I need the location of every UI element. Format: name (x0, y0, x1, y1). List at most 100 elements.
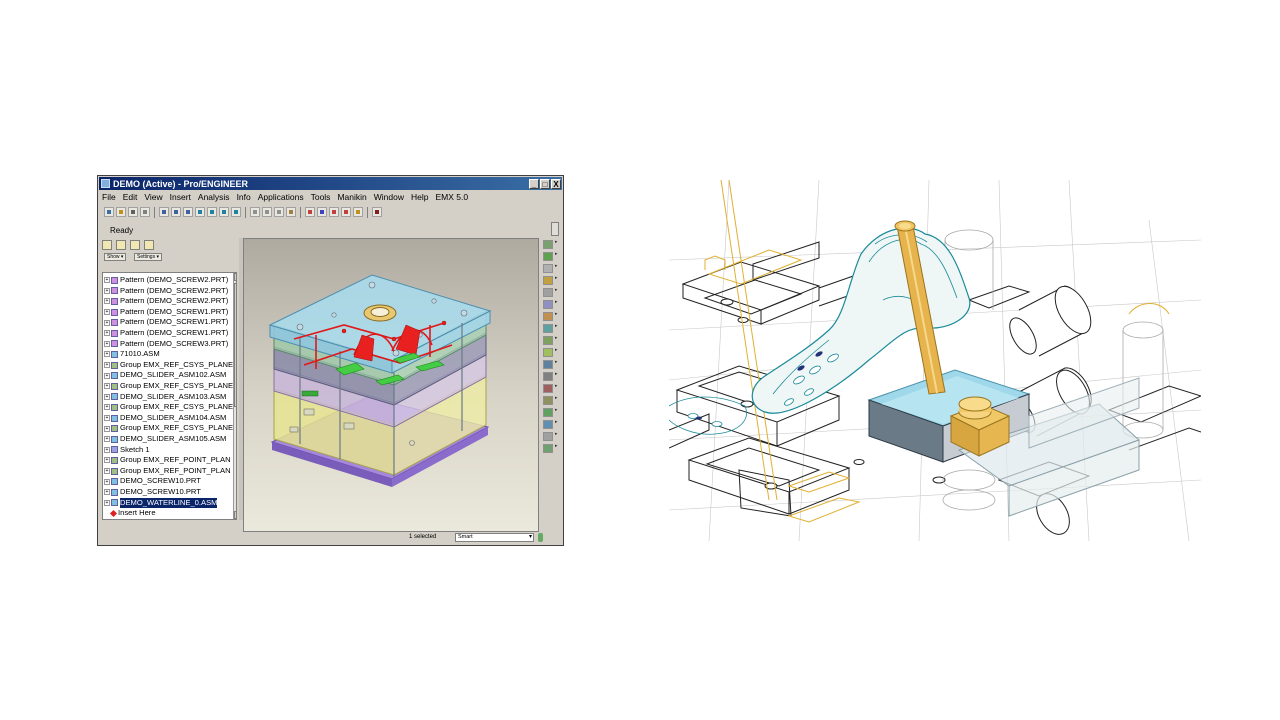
expand-icon[interactable]: + (104, 383, 110, 390)
ejector-pin-icon[interactable] (543, 263, 558, 273)
slider-icon[interactable] (543, 299, 558, 309)
drawing-icon[interactable] (543, 395, 558, 405)
tree-item[interactable]: + DEMO_SLIDER_ASM102.ASM (104, 370, 226, 381)
tree-item[interactable]: + Pattern (DEMO_SCREW3.PRT) (104, 339, 228, 350)
tree-item[interactable]: + DEMO_SCREW10.PRT (104, 476, 201, 487)
scroll-down-icon[interactable]: ▼ (234, 511, 236, 519)
tree-item[interactable]: + DEMO_SLIDER_ASM103.ASM (104, 392, 226, 403)
scroll-up-icon[interactable]: ▲ (234, 273, 236, 281)
tree-item[interactable]: + Pattern (DEMO_SCREW2.PRT) (104, 275, 228, 286)
expand-icon[interactable]: + (104, 287, 110, 294)
scroll-thumb[interactable] (234, 283, 236, 407)
favorites-tab-icon[interactable] (130, 240, 140, 250)
mold-base-icon[interactable] (543, 239, 558, 249)
guide-pin-icon[interactable] (543, 287, 558, 297)
component-icon[interactable] (543, 251, 558, 261)
tree-item[interactable]: + Group EMX_REF_CSYS_PLANE (104, 402, 233, 413)
expand-icon[interactable]: + (104, 319, 110, 326)
tree-item[interactable]: + Pattern (DEMO_SCREW1.PRT) (104, 317, 228, 328)
expand-icon[interactable]: + (104, 351, 110, 358)
menu-window[interactable]: Window (373, 192, 405, 204)
saved-views-icon[interactable] (219, 207, 229, 217)
tree-item[interactable]: + DEMO_SCREW10.PRT (104, 487, 201, 498)
tree-item[interactable]: +71010.ASM (104, 349, 160, 360)
menu-edit[interactable]: Edit (122, 192, 139, 204)
tree-item[interactable]: + DEMO_WATERLINE_0.ASM (104, 497, 218, 509)
expand-icon[interactable]: + (104, 340, 110, 347)
tree-item[interactable]: + DEMO_SLIDER_ASM105.ASM (104, 434, 226, 445)
model-tree-scrollbar[interactable]: ▲ ▼ (233, 273, 236, 519)
graphics-window[interactable] (243, 238, 539, 532)
expand-icon[interactable]: + (104, 436, 110, 443)
csys-icon[interactable] (341, 207, 351, 217)
wireframe-icon[interactable] (250, 207, 260, 217)
tree-item[interactable]: + Pattern (DEMO_SCREW2.PRT) (104, 286, 228, 297)
tree-item[interactable]: + DEMO_SLIDER_ASM104.ASM (104, 413, 226, 424)
datum-axis-icon[interactable] (317, 207, 327, 217)
expand-icon[interactable]: + (104, 478, 110, 485)
datum-plane-icon[interactable] (305, 207, 315, 217)
close-button[interactable]: X (551, 178, 561, 189)
menu-insert[interactable]: Insert (169, 192, 192, 204)
menu-analysis[interactable]: Analysis (197, 192, 231, 204)
model-tree-tab-icon[interactable] (102, 240, 112, 250)
tree-item[interactable]: + Group EMX_REF_CSYS_PLANE (104, 360, 233, 371)
repaint-icon[interactable] (195, 207, 205, 217)
menu-applications[interactable]: Applications (257, 192, 305, 204)
expand-icon[interactable]: + (104, 404, 110, 411)
zoom-in-icon[interactable] (159, 207, 169, 217)
maximize-button[interactable]: □ (540, 178, 550, 189)
expand-icon[interactable]: + (104, 446, 110, 453)
tree-item[interactable]: + Group EMX_REF_POINT_PLAN (104, 455, 231, 466)
zoom-out-icon[interactable] (171, 207, 181, 217)
annotation-icon[interactable] (353, 207, 363, 217)
sprue-icon[interactable] (543, 335, 558, 345)
lifter-icon[interactable] (543, 311, 558, 321)
emx-tools-icon[interactable] (543, 443, 558, 453)
tree-item[interactable]: + Group EMX_REF_POINT_PLAN (104, 466, 231, 477)
options-icon[interactable] (543, 431, 558, 441)
expand-icon[interactable]: + (104, 330, 110, 337)
menu-help[interactable]: Help (410, 192, 429, 204)
tree-item[interactable]: Insert Here (104, 508, 156, 519)
bom-icon[interactable] (543, 407, 558, 417)
expand-icon[interactable]: + (104, 393, 110, 400)
expand-icon[interactable]: + (104, 425, 110, 432)
no-hidden-icon[interactable] (274, 207, 284, 217)
tree-item[interactable]: + Group EMX_REF_CSYS_PLANE (104, 423, 233, 434)
support-pillar-icon[interactable] (543, 371, 558, 381)
clearance-icon[interactable] (543, 383, 558, 393)
expand-icon[interactable]: + (104, 362, 110, 369)
locating-ring-icon[interactable] (543, 347, 558, 357)
menu-view[interactable]: View (143, 192, 163, 204)
pocket-icon[interactable] (543, 359, 558, 369)
new-file-icon[interactable] (104, 207, 114, 217)
expand-icon[interactable]: + (104, 372, 110, 379)
message-scrollbar[interactable] (551, 222, 559, 236)
save-icon[interactable] (128, 207, 138, 217)
tree-item[interactable]: + Group EMX_REF_CSYS_PLANE (104, 381, 233, 392)
expand-icon[interactable]: + (104, 499, 110, 506)
minimize-button[interactable]: _ (529, 178, 539, 189)
menu-tools[interactable]: Tools (310, 192, 332, 204)
screw-icon[interactable] (543, 275, 558, 285)
expand-icon[interactable]: + (104, 298, 110, 305)
tree-item[interactable]: + Pattern (DEMO_SCREW2.PRT) (104, 296, 228, 307)
shading-icon[interactable] (286, 207, 296, 217)
context-help-icon[interactable] (372, 207, 382, 217)
print-icon[interactable] (140, 207, 150, 217)
open-folder-icon[interactable] (116, 207, 126, 217)
datum-point-icon[interactable] (329, 207, 339, 217)
zoom-fit-icon[interactable] (183, 207, 193, 217)
settings-menu-button[interactable]: Settings ▾ (134, 253, 162, 261)
tree-item[interactable]: + Pattern (DEMO_SCREW1.PRT) (104, 307, 228, 318)
selection-filter-dropdown[interactable]: Smart (455, 533, 534, 542)
folder-browser-tab-icon[interactable] (116, 240, 126, 250)
menu-emx[interactable]: EMX 5.0 (434, 192, 469, 204)
menu-info[interactable]: Info (236, 192, 252, 204)
expand-icon[interactable]: + (104, 457, 110, 464)
expand-icon[interactable]: + (104, 468, 110, 475)
expand-icon[interactable]: + (104, 489, 110, 496)
show-menu-button[interactable]: Show ▾ (104, 253, 127, 261)
layers-icon[interactable] (231, 207, 241, 217)
